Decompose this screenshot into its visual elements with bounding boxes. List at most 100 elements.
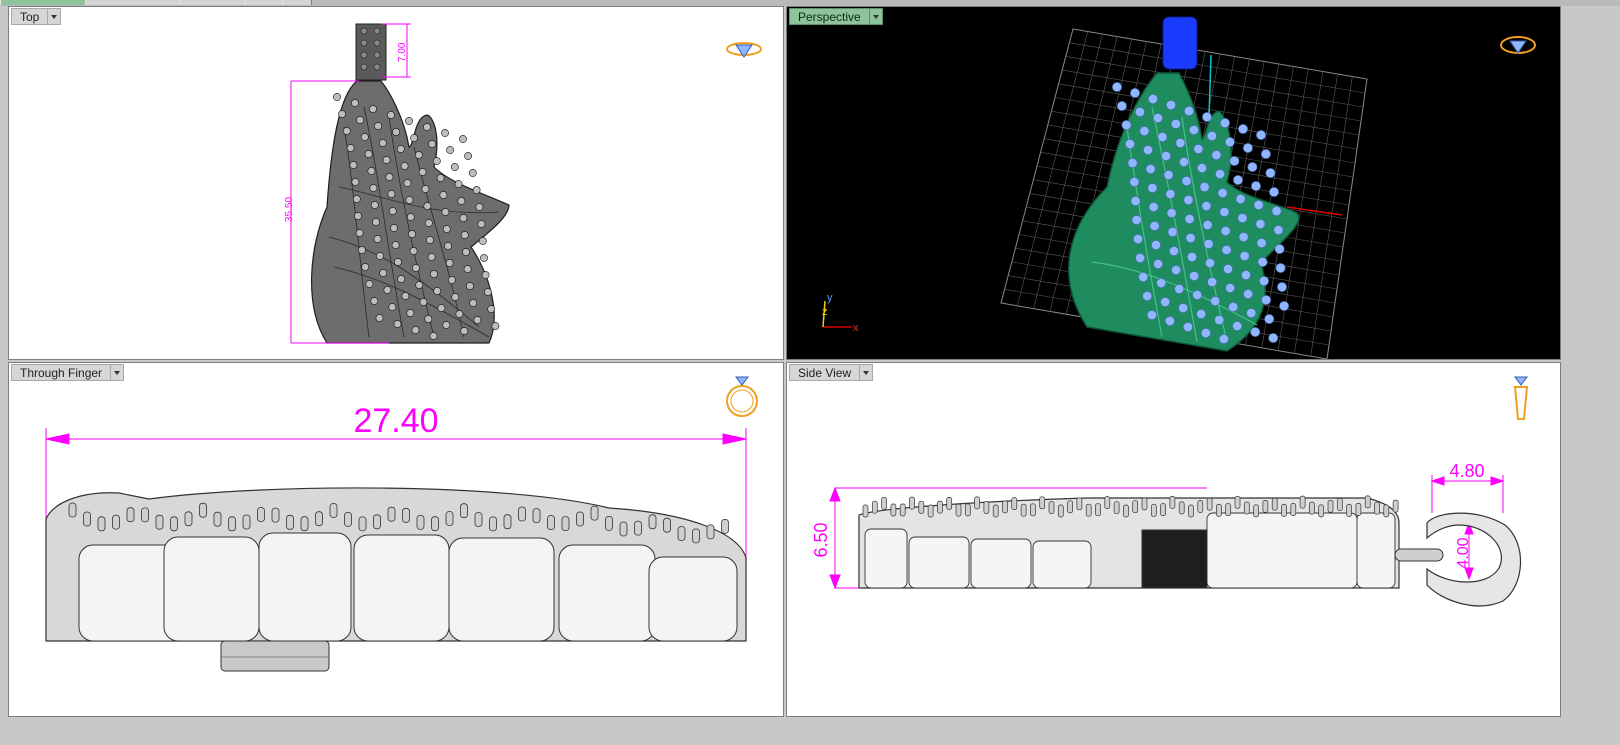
- gem: [369, 105, 377, 113]
- bail-base: [220, 640, 330, 672]
- gem: [1139, 126, 1150, 136]
- tab-2[interactable]: [85, 0, 181, 5]
- dropdown-arrow-icon[interactable]: [868, 8, 883, 25]
- ring-view-icon[interactable]: [726, 376, 758, 417]
- prong: [1067, 500, 1073, 514]
- viewport-perspective[interactable]: Perspective x y z: [786, 6, 1561, 360]
- prong: [547, 515, 555, 530]
- gem: [1273, 225, 1284, 235]
- gem: [1147, 183, 1158, 193]
- gem: [1167, 227, 1178, 237]
- prong: [1150, 503, 1157, 517]
- gem: [1161, 151, 1171, 161]
- viewport-through-finger-label[interactable]: Through Finger: [11, 364, 125, 381]
- gem: [439, 191, 448, 199]
- gem: [1229, 156, 1240, 166]
- gem: [1156, 278, 1167, 288]
- gem-view-icon[interactable]: [726, 42, 762, 58]
- viewport-top[interactable]: Top 35.50 7.00: [8, 6, 784, 360]
- gem: [378, 139, 387, 147]
- block: [353, 534, 450, 642]
- viewport-perspective-label[interactable]: Perspective: [789, 8, 883, 25]
- block: [558, 544, 656, 642]
- prong: [1271, 497, 1278, 511]
- viewport-top-label[interactable]: Top: [11, 8, 62, 25]
- gem: [374, 122, 382, 130]
- gem: [1256, 130, 1266, 140]
- gem: [1134, 107, 1145, 117]
- prong: [1262, 500, 1269, 513]
- prong: [1057, 504, 1064, 518]
- gem: [423, 202, 432, 210]
- gem: [1121, 120, 1132, 130]
- gem: [401, 292, 410, 300]
- prong: [1327, 499, 1334, 513]
- dropdown-arrow-icon[interactable]: [110, 364, 125, 381]
- gem: [1256, 238, 1267, 248]
- gem: [403, 179, 412, 187]
- gem: [361, 263, 370, 271]
- prong: [1216, 504, 1222, 517]
- viewport-side-label[interactable]: Side View: [789, 364, 874, 381]
- dropdown-arrow-icon[interactable]: [859, 364, 874, 381]
- prong: [1364, 495, 1371, 509]
- pendant-view-icon[interactable]: [1513, 376, 1529, 420]
- gem: [364, 150, 373, 158]
- prong: [862, 504, 869, 518]
- gem: [1149, 221, 1160, 231]
- gem: [1179, 157, 1189, 167]
- gem: [338, 110, 346, 118]
- gem: [436, 174, 445, 182]
- prong: [1188, 504, 1194, 518]
- gem: [1175, 138, 1186, 148]
- gem: [357, 246, 366, 254]
- prong: [126, 507, 135, 523]
- gem: [475, 203, 484, 211]
- gem: [1238, 124, 1248, 134]
- gem: [387, 190, 396, 198]
- gem: [457, 197, 466, 205]
- prong: [503, 514, 512, 530]
- gem: [400, 162, 409, 170]
- gem: [1188, 125, 1199, 135]
- gem: [454, 180, 463, 188]
- prong: [184, 511, 193, 527]
- gem: [1178, 303, 1189, 313]
- prong: [1104, 496, 1111, 509]
- prong: [590, 505, 599, 521]
- prong: [1020, 503, 1027, 517]
- gem: [469, 299, 478, 307]
- prong: [1336, 498, 1343, 511]
- prong: [927, 504, 934, 518]
- prong: [489, 516, 497, 532]
- gem: [424, 219, 433, 227]
- prong: [974, 496, 980, 510]
- prong: [1169, 496, 1176, 509]
- gem: [370, 297, 379, 305]
- gem: [1215, 169, 1225, 179]
- prong: [881, 496, 887, 510]
- gem: [426, 236, 434, 244]
- gem-view-icon[interactable]: [1500, 36, 1536, 54]
- gem: [1243, 289, 1253, 299]
- gem: [1153, 259, 1163, 269]
- gem: [1169, 246, 1179, 256]
- gem: [1250, 327, 1261, 337]
- prong: [445, 511, 454, 526]
- prong: [271, 507, 280, 523]
- tab-4[interactable]: [245, 0, 283, 5]
- tab-1[interactable]: [0, 0, 86, 5]
- viewport-through-finger[interactable]: Through Finger 27.40: [8, 362, 784, 717]
- gem: [1223, 264, 1233, 274]
- viewport-side[interactable]: Side View 6.50 4.80 4.00: [786, 362, 1561, 717]
- prong: [1123, 504, 1129, 518]
- tab-3[interactable]: [180, 0, 246, 5]
- gem: [1203, 239, 1214, 249]
- dropdown-arrow-icon[interactable]: [47, 8, 62, 25]
- block: [163, 536, 260, 642]
- prong: [431, 516, 439, 532]
- tab-5[interactable]: [282, 0, 312, 5]
- prong: [890, 503, 897, 517]
- prong: [1160, 503, 1166, 516]
- prong: [576, 511, 584, 527]
